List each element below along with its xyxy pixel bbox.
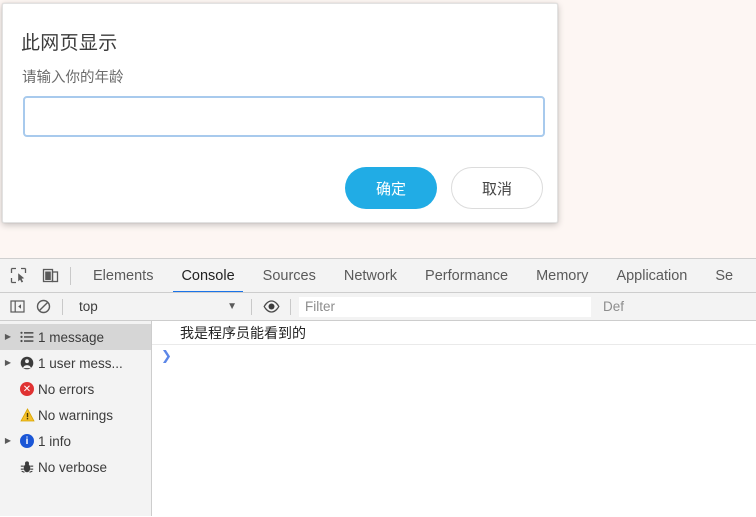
console-prompt-row[interactable]: ❯ (152, 345, 756, 367)
filterbar-divider-2 (251, 298, 252, 315)
dialog-prompt-input[interactable] (23, 96, 545, 137)
clear-console-icon[interactable] (30, 295, 56, 319)
console-context-selector[interactable]: top ▼ (69, 295, 245, 319)
disclosure-placeholder: ▶ (0, 411, 16, 419)
list-icon (16, 331, 38, 343)
dialog-button-row: 确定 取消 (345, 167, 543, 209)
tab-network[interactable]: Network (330, 259, 411, 292)
dialog-cancel-button[interactable]: 取消 (451, 167, 543, 209)
sidebar-item-label: No warnings (38, 407, 114, 423)
console-sidebar: ▶ 1 message ▶ 1 user mess... ✕ No errors… (0, 321, 152, 516)
console-context-label: top (79, 299, 98, 314)
dialog-title: 此网页显示 (21, 33, 118, 54)
disclosure-triangle-icon[interactable]: ▶ (0, 437, 16, 445)
sidebar-item-label: No errors (38, 381, 95, 397)
console-filter-toolbar: top ▼ Def (0, 293, 756, 321)
device-toolbar-icon[interactable] (36, 262, 64, 290)
sidebar-item-errors[interactable]: ▶ ✕ No errors (0, 376, 151, 402)
devtools-tabstrip: Elements Console Sources Network Perform… (0, 259, 756, 293)
disclosure-placeholder: ▶ (0, 463, 16, 471)
dialog-confirm-button[interactable]: 确定 (345, 167, 437, 209)
filterbar-divider-3 (290, 298, 291, 315)
sidebar-item-label: No verbose (38, 459, 108, 475)
console-body: ▶ 1 message ▶ 1 user mess... ✕ No errors… (0, 321, 756, 516)
sidebar-item-warnings[interactable]: ▶ No warnings (0, 402, 151, 428)
disclosure-triangle-icon[interactable]: ▶ (0, 359, 16, 367)
console-filter-input[interactable] (299, 296, 591, 317)
warning-icon (16, 408, 38, 422)
disclosure-triangle-icon[interactable]: ▶ (0, 333, 16, 341)
inspect-element-icon[interactable] (4, 262, 32, 290)
tab-console[interactable]: Console (167, 259, 248, 292)
console-log-levels-selector[interactable]: Def (603, 299, 624, 314)
sidebar-item-verbose[interactable]: ▶ No v (0, 454, 151, 480)
disclosure-placeholder: ▶ (0, 385, 16, 393)
tab-performance[interactable]: Performance (411, 259, 522, 292)
error-icon: ✕ (16, 382, 38, 396)
sidebar-item-messages[interactable]: ▶ 1 message (0, 324, 151, 350)
dialog-message: 请输入你的年龄 (22, 70, 124, 86)
filterbar-divider-1 (62, 298, 63, 315)
javascript-prompt-dialog: 此网页显示 请输入你的年龄 确定 取消 (2, 3, 558, 223)
console-output-area[interactable]: 我是程序员能看到的 ❯ (152, 321, 756, 516)
tab-security[interactable]: Se (701, 259, 747, 292)
user-message-icon (16, 356, 38, 370)
live-expression-eye-icon[interactable] (258, 295, 284, 319)
tab-memory[interactable]: Memory (522, 259, 602, 292)
sidebar-item-label: 1 info (38, 433, 72, 449)
tab-application[interactable]: Application (602, 259, 701, 292)
console-message-text: 我是程序员能看到的 (180, 324, 306, 341)
chevron-down-icon: ▼ (227, 301, 237, 312)
console-prompt-caret-icon: ❯ (161, 348, 172, 363)
sidebar-item-label: 1 message (38, 329, 105, 345)
console-message-row: 我是程序员能看到的 (152, 321, 756, 345)
console-sidebar-toggle-icon[interactable] (4, 295, 30, 319)
tab-sources[interactable]: Sources (249, 259, 330, 292)
sidebar-item-label: 1 user mess... (38, 355, 123, 371)
sidebar-item-user-messages[interactable]: ▶ 1 user mess... (0, 350, 151, 376)
info-icon: i (16, 434, 38, 448)
sidebar-item-info[interactable]: ▶ i 1 info (0, 428, 151, 454)
browser-page-area: 此网页显示 请输入你的年龄 确定 取消 (0, 0, 756, 258)
tab-elements[interactable]: Elements (79, 259, 167, 292)
toolbar-divider (70, 266, 71, 285)
verbose-bug-icon (16, 460, 38, 474)
devtools-panel: Elements Console Sources Network Perform… (0, 258, 756, 517)
